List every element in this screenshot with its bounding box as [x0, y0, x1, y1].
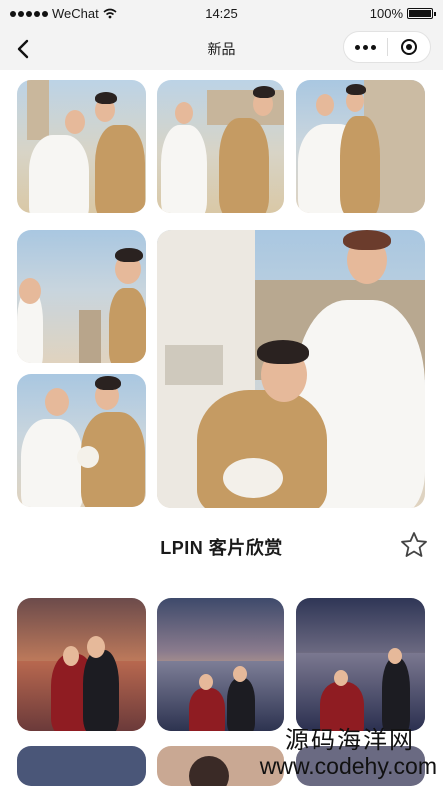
- battery-info: 100%: [369, 6, 436, 21]
- watermark-url: www.codehy.com: [259, 753, 437, 780]
- gallery-photo-next-row-1[interactable]: [17, 746, 146, 786]
- gallery-photo-couple-kiss[interactable]: [17, 80, 146, 213]
- gallery-photo-couple-walking[interactable]: [157, 80, 284, 213]
- target-circle-icon: [400, 39, 417, 55]
- battery-icon: [407, 8, 436, 19]
- watermark-title: 源码海洋网: [285, 727, 415, 754]
- mini-program-capsule: [343, 31, 431, 63]
- gallery-photo-sunset-embrace[interactable]: [17, 598, 146, 731]
- status-bar: WeChat 14:25 100%: [0, 0, 443, 28]
- star-outline-icon: [401, 532, 427, 557]
- gallery-photo-couple-bouquet[interactable]: [296, 80, 425, 213]
- gallery-photo-large-portrait[interactable]: [157, 230, 425, 508]
- gallery-photo-sparklers-lake[interactable]: [157, 598, 284, 731]
- gallery-photo-groom-bouquet[interactable]: [17, 374, 146, 507]
- more-button[interactable]: [344, 32, 387, 62]
- favorite-button[interactable]: [399, 530, 429, 560]
- gallery-photo-face-to-face[interactable]: [17, 230, 146, 363]
- more-dots-icon: [355, 44, 360, 50]
- gallery-photo-sparklers-dusk[interactable]: [296, 598, 425, 731]
- close-button[interactable]: [388, 32, 430, 62]
- section-title: LPIN 客片欣赏: [160, 538, 283, 558]
- battery-percent: 100%: [369, 6, 403, 21]
- nav-bar: 新品: [0, 28, 443, 70]
- watermark: 源码海洋网 www.codehy.com: [259, 727, 437, 780]
